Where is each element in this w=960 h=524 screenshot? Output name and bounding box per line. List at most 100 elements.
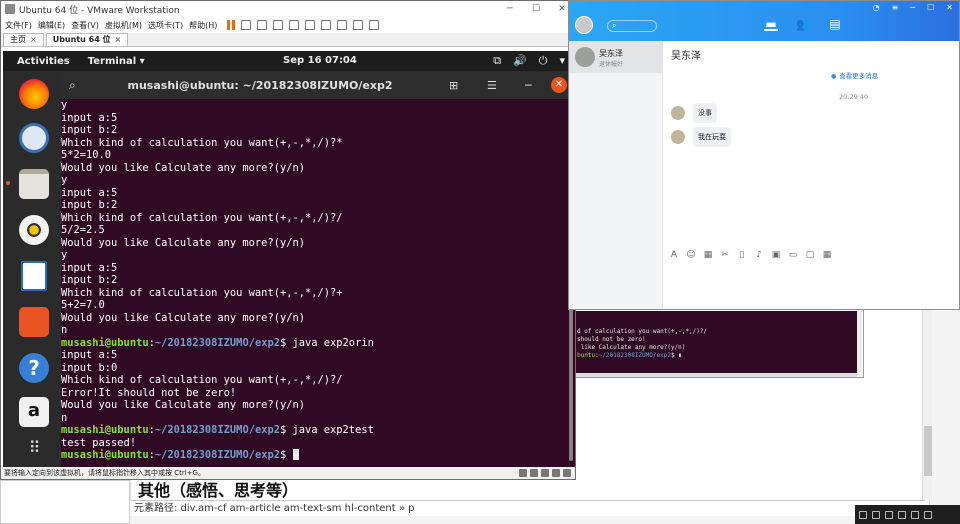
- terminal-text: Which kind of calculation you want(+,-,*…: [61, 286, 343, 299]
- more-history-link[interactable]: 查看更多消息: [831, 70, 878, 80]
- image-icon[interactable]: ▣: [771, 250, 781, 260]
- menu-edit[interactable]: 编辑(E): [38, 20, 65, 31]
- clock[interactable]: Sep 16 07:04: [283, 55, 357, 66]
- screen-share-icon[interactable]: ▢: [805, 250, 815, 260]
- device-icon[interactable]: [530, 469, 538, 477]
- unity-icon[interactable]: [337, 20, 348, 30]
- terminal-window[interactable]: ⌕ musashi@ubuntu: ~/20182308IZUMO/exp2 ⊞…: [61, 71, 575, 467]
- terminal-output[interactable]: y input a:5 input b:2 Which kind of calcula…: [61, 99, 565, 467]
- tab-home[interactable]: 主页 ×: [3, 33, 44, 46]
- manage-snapshots-icon[interactable]: [289, 20, 300, 30]
- minimize-icon[interactable]: ─: [910, 3, 915, 12]
- scrollbar-thumb[interactable]: [924, 426, 932, 476]
- contacts-icon[interactable]: 👥: [796, 18, 811, 31]
- terminal-line: musashi@ubuntu:~/20182308IZUMO/exp2$ jav…: [61, 336, 374, 349]
- screenshot-icon[interactable]: ✂: [720, 250, 730, 260]
- menu-tabs[interactable]: 选项卡(T): [148, 20, 183, 31]
- chat-toolbar: A ☺ ▦ ✂ ▯ ♪ ▣ ▭ ▢ ▦: [669, 250, 832, 260]
- conversation-title[interactable]: 吴东泽: [671, 47, 701, 62]
- maximize-icon[interactable]: ☐: [523, 4, 549, 14]
- system-menu[interactable]: ⧉ 🔊 ⏻ ▾: [493, 54, 565, 68]
- close-icon[interactable]: ✕: [946, 3, 953, 12]
- vmware-titlebar[interactable]: Ubuntu 64 位 - VMware Workstation ─ ☐ ✕: [1, 1, 575, 17]
- tab-label: Ubuntu 64 位: [52, 35, 111, 44]
- snapshot-icon[interactable]: [257, 20, 268, 30]
- terminal-text: Which kind of calculation you want(+,-,*…: [61, 374, 343, 386]
- terminal-line: input b:0: [61, 362, 565, 375]
- help-icon[interactable]: ?: [19, 353, 49, 383]
- close-icon[interactable]: ×: [115, 35, 122, 44]
- files-icon[interactable]: [19, 169, 49, 199]
- tray-icon[interactable]: [885, 510, 893, 519]
- send-keys-icon[interactable]: [241, 20, 252, 30]
- chat-window-controls: ◔ ≡ ─ ☐ ✕: [873, 3, 953, 12]
- terminal-text: input a:5: [61, 349, 118, 361]
- fullscreen-icon[interactable]: [321, 20, 332, 30]
- pause-icon[interactable]: [227, 20, 236, 30]
- close-icon[interactable]: ×: [30, 35, 37, 44]
- terminal-line: Would you like Calculate any more?(y/n): [61, 162, 565, 175]
- secondary-vm-window[interactable]: d of calculation you want(+,-,*,/)?/shou…: [568, 308, 864, 378]
- firefox-icon[interactable]: [19, 79, 49, 109]
- file-icon[interactable]: ▯: [737, 250, 747, 260]
- terminal-headerbar[interactable]: ⌕ musashi@ubuntu: ~/20182308IZUMO/exp2 ⊞…: [61, 71, 575, 99]
- menu-vm[interactable]: 虚拟机(M): [105, 20, 142, 31]
- menu-help[interactable]: 帮助(H): [189, 20, 217, 31]
- amazon-icon[interactable]: a: [19, 397, 49, 427]
- apps-icon[interactable]: ▤: [828, 18, 842, 31]
- writer-icon[interactable]: [21, 261, 47, 291]
- activities-button[interactable]: Activities: [17, 56, 70, 67]
- revert-icon[interactable]: [273, 20, 284, 30]
- tray-icon[interactable]: [859, 510, 867, 519]
- voice-icon[interactable]: ♪: [754, 250, 764, 260]
- menu-icon[interactable]: ☰: [487, 79, 501, 92]
- message-bubble[interactable]: 没事: [693, 103, 717, 123]
- menu-view[interactable]: 查看(V): [71, 20, 99, 31]
- search-icon[interactable]: ⌕: [69, 78, 83, 93]
- device-icon[interactable]: [541, 469, 549, 477]
- messages-icon[interactable]: ▬: [764, 18, 778, 31]
- search-input[interactable]: ⌕: [607, 20, 657, 32]
- calendar-icon[interactable]: ▦: [822, 250, 832, 260]
- avatar[interactable]: [575, 16, 593, 34]
- prompt-path: ~/20182308IZUMO/exp2: [154, 336, 280, 349]
- view-options-icon[interactable]: [369, 20, 380, 30]
- ubuntu-desktop[interactable]: Activities Terminal ▾ Sep 16 07:04 ⧉ 🔊 ⏻…: [3, 51, 575, 467]
- maximize-icon[interactable]: ☐: [927, 3, 934, 12]
- page-scrollbar[interactable]: [922, 300, 932, 500]
- tray-icon[interactable]: [898, 510, 906, 519]
- device-icon[interactable]: [552, 469, 560, 477]
- app-menu[interactable]: Terminal ▾: [88, 56, 145, 67]
- console-icon[interactable]: [353, 20, 364, 30]
- thunderbird-icon[interactable]: [19, 123, 49, 153]
- font-icon[interactable]: A: [669, 250, 679, 260]
- message-bubble[interactable]: 我在玩耍: [693, 127, 731, 147]
- minimize-icon[interactable]: ─: [497, 4, 523, 14]
- close-icon[interactable]: ✕: [551, 77, 567, 93]
- device-icon[interactable]: [519, 469, 527, 477]
- rhythmbox-icon[interactable]: [19, 215, 49, 245]
- avatar[interactable]: [671, 106, 685, 120]
- emoji-icon[interactable]: ☺: [686, 250, 696, 260]
- menu-file[interactable]: 文件(F): [5, 20, 32, 31]
- tray-icon[interactable]: [911, 510, 919, 519]
- tray-icon[interactable]: [924, 510, 932, 519]
- list-item[interactable]: 吴东泽 退休鳗好: [569, 41, 662, 73]
- gif-icon[interactable]: ▦: [703, 250, 713, 260]
- contact-name: 吴东泽: [599, 49, 623, 58]
- device-icon[interactable]: [563, 469, 571, 477]
- terminal-text: Would you like Calculate any more?(y/n): [61, 311, 305, 324]
- library-icon[interactable]: [305, 20, 316, 30]
- folder-icon[interactable]: ▭: [788, 250, 798, 260]
- secondary-scrollbar[interactable]: [857, 311, 862, 375]
- show-apps-icon[interactable]: ⠿: [19, 433, 49, 463]
- new-tab-icon[interactable]: ⊞: [449, 79, 463, 92]
- menu-icon[interactable]: ≡: [892, 3, 899, 12]
- minimize-icon[interactable]: ─: [525, 79, 539, 92]
- skin-icon[interactable]: ◔: [873, 3, 880, 12]
- tab-ubuntu[interactable]: Ubuntu 64 位 ×: [45, 33, 129, 46]
- software-center-icon[interactable]: [19, 307, 49, 337]
- avatar[interactable]: [671, 130, 685, 144]
- chat-header: ⌕ ▬ 👥 ▤ ◔ ≡ ─ ☐ ✕: [569, 1, 959, 41]
- tray-icon[interactable]: [872, 510, 880, 519]
